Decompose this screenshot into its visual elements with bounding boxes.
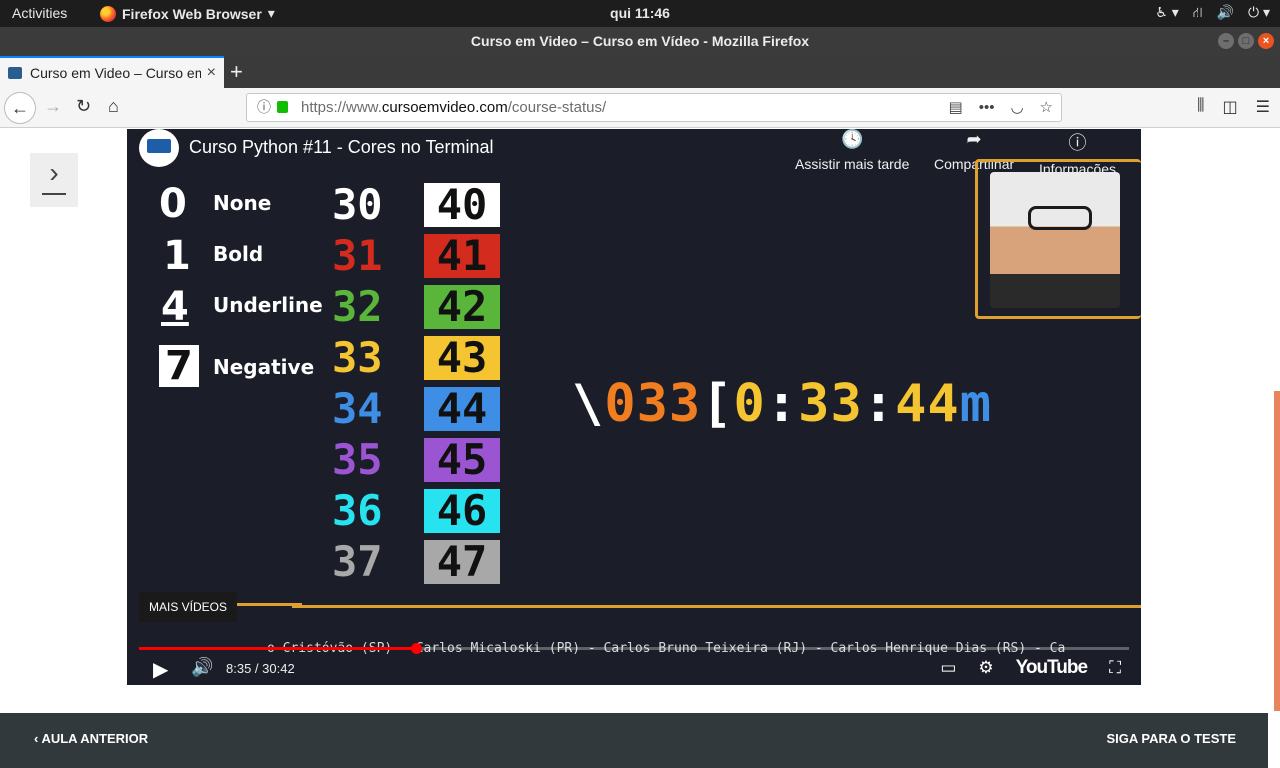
- fg-code: 36: [332, 486, 383, 535]
- forward-button[interactable]: →: [44, 96, 62, 117]
- bg-code: 46: [424, 489, 500, 533]
- progress-fill: [139, 647, 417, 650]
- video-title[interactable]: Curso Python #11 - Cores no Terminal: [189, 137, 493, 158]
- bookmark-star-icon[interactable]: ☆: [1040, 94, 1053, 121]
- style-code: 0: [159, 181, 187, 227]
- bg-code: 41: [424, 234, 500, 278]
- page-actions-icon[interactable]: •••: [979, 94, 995, 121]
- progress-bar[interactable]: [139, 643, 1129, 654]
- bg-code: 47: [424, 540, 500, 584]
- window-titlebar: Curso em Video – Curso em Vídeo - Mozill…: [0, 27, 1280, 56]
- page-content: › Curso Python #11 - Cores no Terminal 🕓…: [0, 129, 1280, 768]
- tab-title: Curso em Video – Curso em Vídeo: [30, 65, 201, 81]
- new-tab-button[interactable]: +: [230, 59, 243, 85]
- clock-icon: 🕓: [840, 129, 864, 149]
- window-title: Curso em Video – Curso em Vídeo - Mozill…: [470, 33, 810, 49]
- url-text[interactable]: https://www.cursoemvideo.com/course-stat…: [301, 94, 606, 121]
- reader-view-icon[interactable]: ▤: [949, 94, 963, 121]
- channel-logo-icon[interactable]: [139, 129, 179, 167]
- volume-icon[interactable]: 🔊: [191, 657, 213, 678]
- home-button[interactable]: ⌂: [108, 96, 119, 117]
- bg-code: 44: [424, 387, 500, 431]
- chevron-right-icon: ›: [49, 157, 59, 188]
- fg-code: 35: [332, 435, 383, 484]
- subtitles-icon[interactable]: ▭: [940, 658, 956, 678]
- accessibility-icon[interactable]: ♿ ▾: [1155, 4, 1178, 23]
- style-code: 1: [163, 233, 191, 279]
- minimize-button[interactable]: –: [1218, 33, 1234, 49]
- page-scrollbar[interactable]: [1274, 391, 1280, 711]
- lock-icon: [277, 101, 288, 113]
- next-test-button[interactable]: SIGA PARA O TESTE: [1106, 731, 1236, 746]
- webcam-overlay: [975, 159, 1141, 319]
- fg-code: 32: [332, 282, 383, 331]
- play-icon[interactable]: ▶: [153, 657, 168, 682]
- navigation-toolbar: ← → ↻ ⌂ ⓘ https://www.cursoemvideo.com/c…: [0, 88, 1280, 128]
- tab-cursoemvideo[interactable]: Curso em Video – Curso em Vídeo ×: [0, 56, 224, 88]
- bg-code: 43: [424, 336, 500, 380]
- sidebar-icon[interactable]: ◫: [1223, 97, 1238, 117]
- time-display: 8:35 / 30:42: [226, 661, 295, 676]
- style-code: 7: [159, 345, 199, 387]
- info-icon: ⓘ: [1068, 133, 1087, 153]
- sidebar-toggle-button[interactable]: ›: [30, 153, 78, 207]
- underline-bar: [42, 193, 66, 195]
- address-bar[interactable]: ⓘ https://www.cursoemvideo.com/course-st…: [246, 93, 1062, 122]
- settings-gear-icon[interactable]: ⚙: [978, 658, 993, 678]
- tab-strip: Curso em Video – Curso em Vídeo × +: [0, 56, 1280, 88]
- volume-icon[interactable]: 🔊: [1217, 4, 1234, 23]
- watch-later-button[interactable]: 🕓 Assistir mais tarde: [795, 129, 909, 172]
- bg-code: 40: [424, 183, 500, 227]
- style-code: 4: [161, 284, 189, 330]
- fg-code: 37: [332, 537, 383, 586]
- site-favicon-icon: [8, 67, 22, 79]
- youtube-logo[interactable]: YouTube: [1016, 657, 1088, 679]
- hud-line: [292, 605, 1141, 608]
- style-label: Negative: [213, 355, 315, 379]
- lesson-navigation: ‹ AULA ANTERIOR SIGA PARA O TESTE: [0, 713, 1268, 768]
- previous-lesson-button[interactable]: ‹ AULA ANTERIOR: [34, 731, 148, 746]
- bg-code: 45: [424, 438, 500, 482]
- bg-code: 42: [424, 285, 500, 329]
- reload-button[interactable]: ↻: [76, 96, 91, 117]
- library-icon[interactable]: ⫼: [1197, 97, 1204, 117]
- share-arrow-icon: ➦: [966, 129, 982, 149]
- youtube-player[interactable]: Curso Python #11 - Cores no Terminal 🕓 As…: [127, 129, 1141, 685]
- network-icon[interactable]: ⛙: [1193, 4, 1203, 23]
- fg-code: 34: [332, 384, 383, 433]
- power-icon[interactable]: ⏻ ▾: [1248, 4, 1270, 23]
- maximize-button[interactable]: □: [1238, 33, 1254, 49]
- presenter-image: [990, 172, 1120, 308]
- style-label: Underline: [213, 293, 323, 317]
- fg-code: 31: [332, 231, 383, 280]
- fullscreen-icon[interactable]: ⛶: [1109, 658, 1121, 678]
- fg-code: 30: [332, 180, 383, 229]
- pocket-icon[interactable]: ◡: [1010, 94, 1023, 121]
- back-button[interactable]: ←: [4, 92, 36, 124]
- site-info-icon[interactable]: ⓘ: [257, 94, 271, 121]
- close-window-button[interactable]: ×: [1258, 33, 1274, 49]
- hamburger-menu-icon[interactable]: ☰: [1256, 97, 1270, 117]
- style-label: None: [213, 191, 272, 215]
- escape-sequence: \033[0:33:44m: [572, 374, 993, 434]
- more-videos-button[interactable]: MAIS VÍDEOS: [139, 592, 238, 622]
- system-top-bar: Activities Firefox Web Browser ▾ qui 11:…: [0, 0, 1280, 27]
- fg-code: 33: [332, 333, 383, 382]
- player-controls: ▶ 🔊 8:35 / 30:42 ▭ ⚙ YouTube ⛶: [127, 653, 1141, 685]
- style-label: Bold: [213, 242, 264, 266]
- close-tab-icon[interactable]: ×: [207, 64, 216, 82]
- system-tray[interactable]: ♿ ▾ ⛙ 🔊 ⏻ ▾: [1155, 4, 1270, 23]
- clock[interactable]: qui 11:46: [0, 5, 1280, 21]
